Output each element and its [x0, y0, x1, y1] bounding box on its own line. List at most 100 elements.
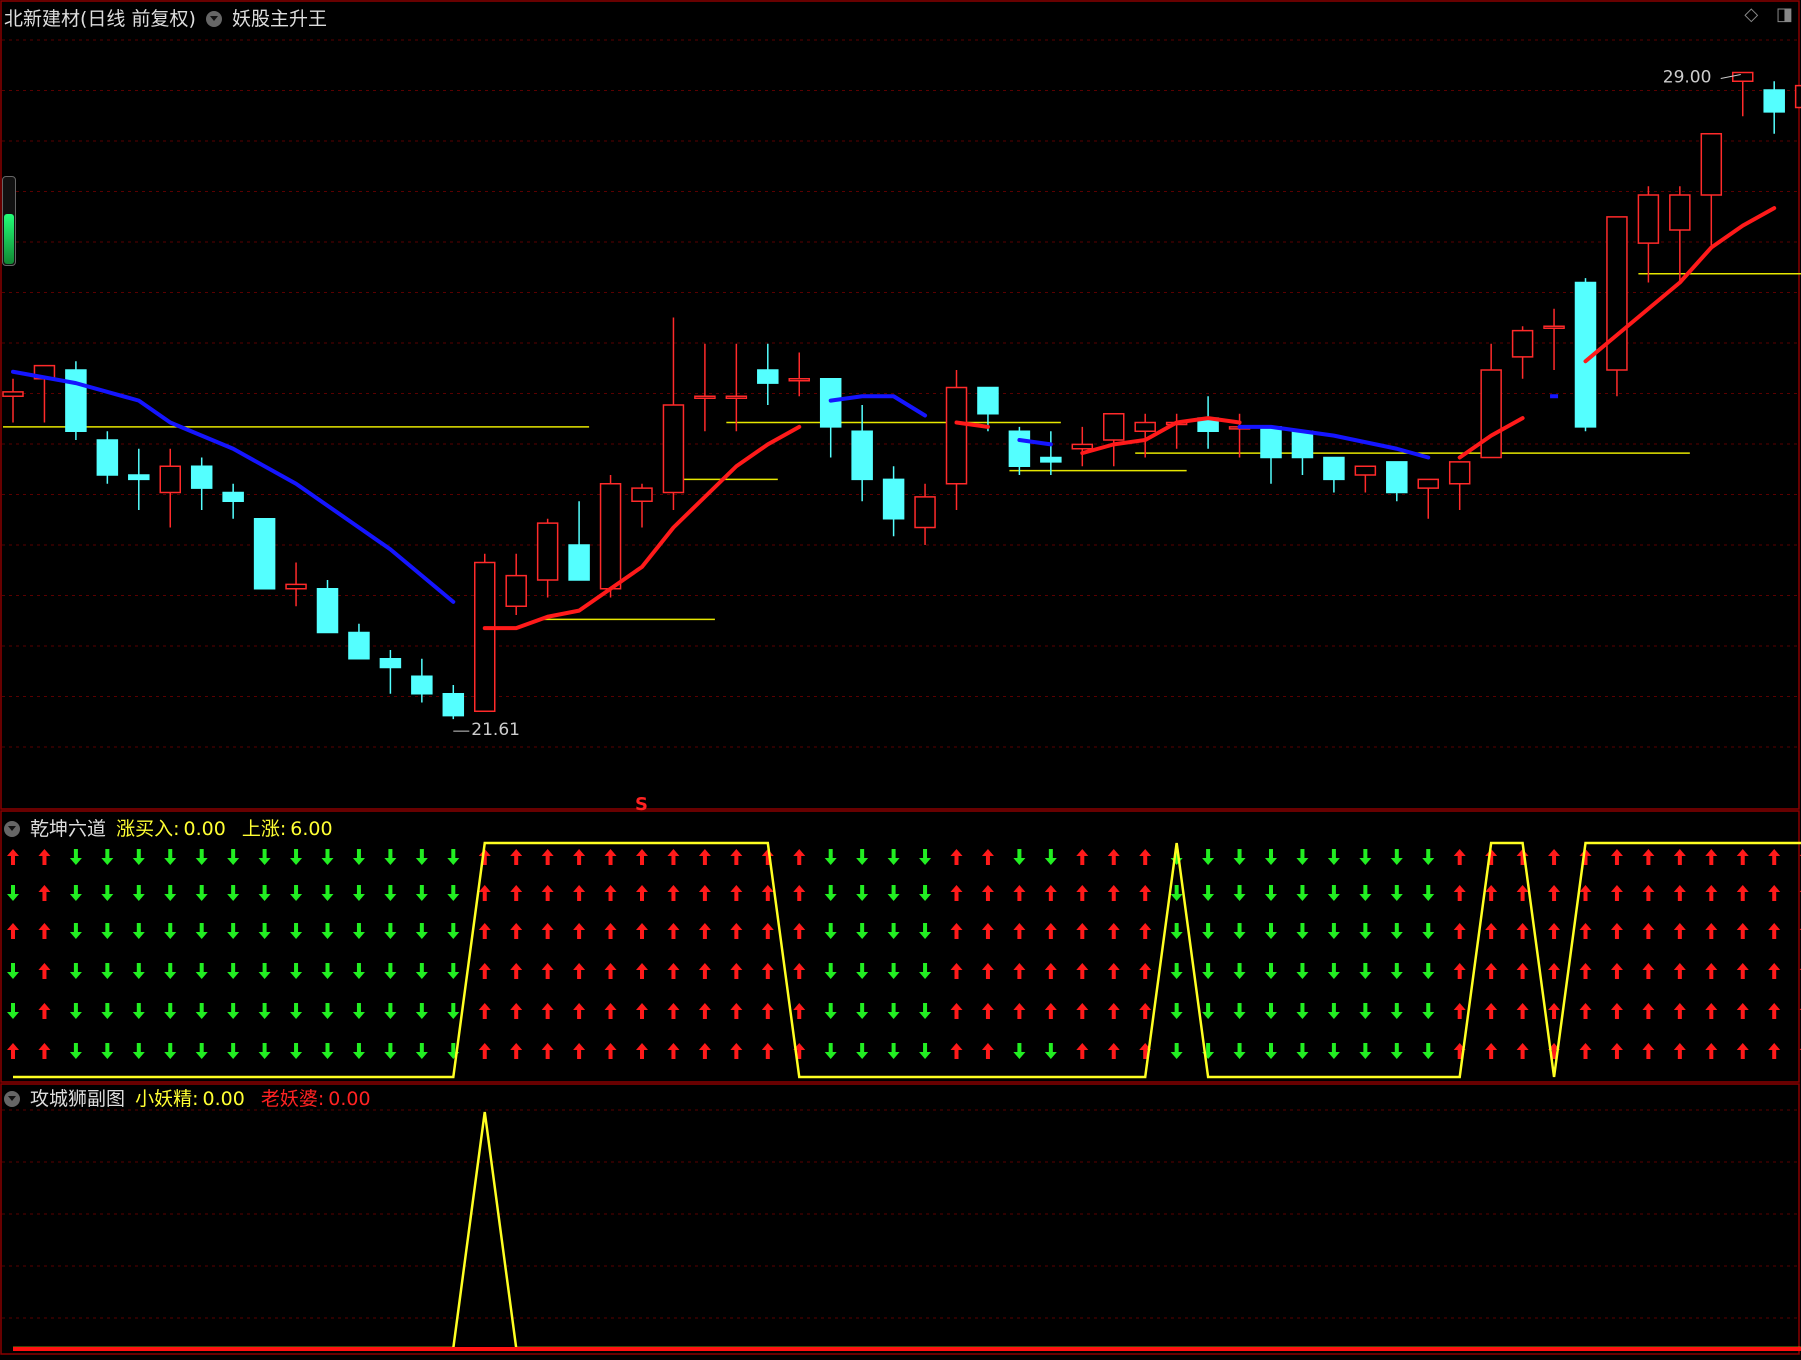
arrow-down-icon: [1390, 849, 1403, 865]
arrow-up-icon: [1485, 1043, 1498, 1059]
sub1-value2: 6.00: [290, 818, 333, 840]
arrow-up-icon: [698, 963, 711, 979]
dropdown-icon[interactable]: [4, 821, 20, 837]
arrow-up-icon: [541, 849, 554, 865]
arrow-up-icon: [478, 885, 491, 901]
arrow-up-icon: [38, 849, 51, 865]
dropdown-icon[interactable]: [4, 1091, 20, 1107]
candle[interactable]: [1260, 426, 1282, 459]
candle[interactable]: [253, 518, 276, 590]
candle[interactable]: [474, 561, 496, 712]
arrow-up-icon: [1579, 885, 1592, 901]
arrow-up-icon: [1139, 1003, 1152, 1019]
candle[interactable]: [662, 404, 685, 494]
arrow-up-icon: [981, 885, 994, 901]
arrow-up-icon: [510, 1043, 523, 1059]
arrow-up-icon: [730, 963, 743, 979]
candle[interactable]: [757, 369, 779, 384]
candle[interactable]: [442, 693, 465, 717]
candle[interactable]: [96, 439, 119, 476]
indicator-name[interactable]: 妖股主升王: [232, 8, 327, 30]
diamond-icon[interactable]: ◇: [1744, 4, 1758, 25]
candle[interactable]: [1448, 461, 1471, 485]
candle[interactable]: [536, 522, 559, 581]
dropdown-icon[interactable]: [205, 11, 222, 27]
candle[interactable]: [1637, 194, 1660, 244]
arrow-down-icon: [856, 885, 869, 901]
candle[interactable]: [316, 588, 339, 634]
candle[interactable]: [1700, 133, 1723, 196]
signal-line: [13, 841, 1801, 1079]
candle[interactable]: [1040, 456, 1062, 463]
arrow-up-icon: [698, 849, 711, 865]
candle[interactable]: [348, 631, 370, 660]
candle[interactable]: [1354, 465, 1377, 476]
candle[interactable]: [1323, 456, 1345, 481]
candle[interactable]: [1511, 329, 1534, 358]
candle[interactable]: [977, 386, 999, 415]
candle[interactable]: [65, 369, 87, 432]
candle[interactable]: [882, 478, 905, 520]
arrow-up-icon: [1579, 923, 1592, 939]
candle[interactable]: [599, 483, 622, 590]
candle[interactable]: [222, 491, 244, 502]
candle[interactable]: [159, 465, 181, 494]
candle[interactable]: [1669, 194, 1691, 231]
candle[interactable]: [411, 675, 433, 695]
candle[interactable]: [914, 496, 936, 529]
candle[interactable]: [1291, 430, 1314, 459]
candle[interactable]: [1732, 71, 1754, 82]
arrow-down-icon: [1265, 923, 1277, 939]
arrow-up-icon: [1453, 923, 1466, 939]
candle[interactable]: [1763, 89, 1785, 113]
candle[interactable]: [128, 474, 150, 481]
arrow-down-icon: [415, 1003, 428, 1019]
candle[interactable]: [190, 465, 213, 489]
candle[interactable]: [945, 386, 968, 485]
arrow-up-icon: [1139, 885, 1152, 901]
candle[interactable]: [725, 395, 748, 399]
candle[interactable]: [568, 544, 590, 581]
candle[interactable]: [379, 658, 402, 669]
candle[interactable]: [1134, 421, 1156, 432]
arrow-down-icon: [1170, 923, 1183, 939]
arrow-down-icon: [1265, 885, 1277, 901]
arrow-up-icon: [950, 963, 963, 979]
candle[interactable]: [694, 395, 716, 399]
arrow-up-icon: [1736, 963, 1749, 979]
candle[interactable]: [1008, 430, 1031, 467]
arrow-down-icon: [1390, 1043, 1403, 1059]
candle[interactable]: [1543, 325, 1565, 329]
candle[interactable]: [819, 378, 842, 428]
arrow-up-icon: [1610, 885, 1623, 901]
arrow-down-icon: [69, 1043, 82, 1059]
candle[interactable]: [1606, 216, 1628, 371]
candle[interactable]: [2, 391, 24, 397]
candle[interactable]: [1480, 369, 1502, 459]
arrow-up-icon: [38, 1003, 51, 1019]
arrow-down-icon: [7, 1003, 19, 1019]
arrow-down-icon: [227, 963, 240, 979]
candle[interactable]: [285, 583, 307, 590]
arrow-down-icon: [227, 923, 240, 939]
candle[interactable]: [631, 487, 653, 502]
arrow-up-icon: [1139, 923, 1152, 939]
arrow-down-icon: [1359, 923, 1372, 939]
arrow-down-icon: [1296, 885, 1309, 901]
candle[interactable]: [1103, 413, 1125, 441]
candle[interactable]: [788, 378, 810, 382]
candle[interactable]: [1071, 443, 1094, 450]
candle[interactable]: [1417, 478, 1439, 489]
arrow-up-icon: [730, 885, 743, 901]
arrow-up-icon: [1107, 1043, 1120, 1059]
candle[interactable]: [1794, 84, 1801, 109]
arrow-up-icon: [1013, 885, 1026, 901]
arrow-up-icon: [1736, 923, 1749, 939]
chart-canvas[interactable]: 29.00 21.61 S: [0, 0, 1801, 1356]
candle[interactable]: [1386, 461, 1408, 494]
candle[interactable]: [851, 430, 873, 481]
candle[interactable]: [505, 574, 527, 607]
sub2-value1: 0.00: [202, 1088, 245, 1110]
arrow-down-icon: [384, 1043, 397, 1059]
maximize-icon[interactable]: ◨: [1776, 4, 1793, 25]
